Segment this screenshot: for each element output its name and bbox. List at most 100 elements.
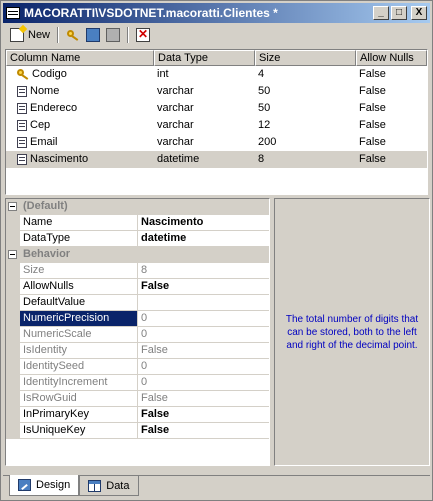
size-cell[interactable]: 200 (255, 134, 356, 151)
property-row-numericprecision[interactable]: NumericPrecision 0 (6, 311, 269, 327)
allow-nulls-cell[interactable]: False (356, 151, 427, 168)
property-label: AllowNulls (20, 279, 138, 294)
property-row-allownulls[interactable]: AllowNulls False (6, 279, 269, 295)
column-name-cell[interactable]: Email (14, 134, 154, 151)
row-selector[interactable] (6, 134, 14, 151)
column-name-cell[interactable]: Cep (14, 117, 154, 134)
property-label: IsRowGuid (20, 391, 138, 406)
property-row-isidentity[interactable]: IsIdentity False (6, 343, 269, 359)
property-row-numericscale[interactable]: NumericScale 0 (6, 327, 269, 343)
toolbar-separator (127, 27, 130, 43)
size-cell[interactable]: 8 (255, 151, 356, 168)
column-name-cell[interactable]: Codigo (14, 66, 154, 83)
size-cell[interactable]: 12 (255, 117, 356, 134)
column-name-cell[interactable]: Endereco (14, 100, 154, 117)
property-row-size[interactable]: Size 8 (6, 263, 269, 279)
header-data-type[interactable]: Data Type (154, 50, 255, 66)
row-selector[interactable] (6, 100, 14, 117)
category-behavior[interactable]: Behavior (6, 247, 269, 263)
data-type-cell[interactable]: varchar (154, 100, 255, 117)
header-size[interactable]: Size (255, 50, 356, 66)
data-type-cell[interactable]: varchar (154, 83, 255, 100)
data-type-cell[interactable]: datetime (154, 151, 255, 168)
primary-key-button[interactable] (63, 26, 83, 44)
new-column-button[interactable]: New (7, 26, 53, 44)
indexes-button[interactable] (103, 26, 123, 44)
property-row-isrowguid[interactable]: IsRowGuid False (6, 391, 269, 407)
size-cell[interactable]: 50 (255, 83, 356, 100)
property-grid[interactable]: (Default) Name Nascimento DataType datet… (5, 198, 270, 466)
minimize-button[interactable]: _ (373, 6, 389, 20)
allow-nulls-cell[interactable]: False (356, 134, 427, 151)
table-designer-window: MACORATTI\VSDOTNET.macoratti.Clientes * … (0, 0, 433, 501)
row-selector[interactable] (6, 83, 14, 100)
property-label: InPrimaryKey (20, 407, 138, 422)
property-value[interactable]: False (138, 407, 269, 422)
table-row[interactable]: Email varchar 200 False (6, 134, 427, 151)
row-selector[interactable] (6, 117, 14, 134)
column-name-text: Nome (30, 85, 60, 97)
property-value[interactable]: datetime (138, 231, 269, 246)
property-row-defaultvalue[interactable]: DefaultValue (6, 295, 269, 311)
allow-nulls-cell[interactable]: False (356, 66, 427, 83)
data-type-cell[interactable]: varchar (154, 134, 255, 151)
table-row[interactable]: Cep varchar 12 False (6, 117, 427, 134)
property-row-inprimarykey[interactable]: InPrimaryKey False (6, 407, 269, 423)
column-name-text: Nascimento (30, 153, 89, 165)
column-name-cell[interactable]: Nascimento (14, 151, 154, 168)
size-cell[interactable]: 4 (255, 66, 356, 83)
maximize-button[interactable]: □ (391, 6, 407, 20)
table-row[interactable]: Codigo int 4 False (6, 66, 427, 83)
data-type-cell[interactable]: varchar (154, 117, 255, 134)
collapse-icon[interactable] (8, 250, 17, 259)
column-icon (17, 154, 27, 165)
primary-key-icon (17, 69, 29, 80)
property-row-isuniquekey[interactable]: IsUniqueKey False (6, 423, 269, 439)
property-value[interactable]: False (138, 279, 269, 294)
tab-data-label: Data (106, 479, 130, 492)
column-icon (17, 103, 27, 114)
delete-column-button[interactable] (133, 26, 153, 44)
column-icon (17, 137, 27, 148)
property-label: DataType (20, 231, 138, 246)
relationships-button[interactable] (83, 26, 103, 44)
allow-nulls-cell[interactable]: False (356, 100, 427, 117)
title-bar[interactable]: MACORATTI\VSDOTNET.macoratti.Clientes * … (3, 3, 430, 23)
column-name-text: Email (30, 136, 58, 148)
description-pane: The total number of digits that can be s… (274, 198, 430, 466)
table-row[interactable]: Endereco varchar 50 False (6, 100, 427, 117)
row-selector[interactable] (6, 151, 14, 168)
close-button[interactable]: X (411, 6, 427, 20)
property-label: NumericScale (20, 327, 138, 342)
property-value: False (141, 392, 168, 404)
tab-data[interactable]: Data (79, 476, 139, 496)
allow-nulls-cell[interactable]: False (356, 83, 427, 100)
header-allow-nulls[interactable]: Allow Nulls (356, 50, 427, 66)
property-value[interactable]: False (138, 423, 269, 438)
property-row-name[interactable]: Name Nascimento (6, 215, 269, 231)
property-row-datatype[interactable]: DataType datetime (6, 231, 269, 247)
collapse-icon[interactable] (8, 202, 17, 211)
header-column-name[interactable]: Column Name (6, 50, 154, 66)
description-text: The total number of digits that can be s… (285, 313, 419, 351)
toolbar-separator (57, 27, 60, 43)
category-default[interactable]: (Default) (6, 199, 269, 215)
property-value[interactable] (138, 295, 269, 310)
property-value[interactable]: Nascimento (138, 215, 269, 230)
property-row-identityincrement[interactable]: IdentityIncrement 0 (6, 375, 269, 391)
property-row-identityseed[interactable]: IdentitySeed 0 (6, 359, 269, 375)
column-grid[interactable]: Column Name Data Type Size Allow Nulls C… (5, 49, 428, 195)
size-cell[interactable]: 50 (255, 100, 356, 117)
tab-design[interactable]: Design (9, 475, 80, 496)
column-icon (17, 86, 27, 97)
property-value: 0 (141, 312, 148, 324)
design-icon (18, 479, 31, 491)
allow-nulls-cell[interactable]: False (356, 117, 427, 134)
primary-key-icon (66, 28, 80, 42)
grid-header: Column Name Data Type Size Allow Nulls (6, 50, 427, 66)
row-selector[interactable] (6, 66, 14, 83)
table-row[interactable]: Nome varchar 50 False (6, 83, 427, 100)
column-name-cell[interactable]: Nome (14, 83, 154, 100)
data-type-cell[interactable]: int (154, 66, 255, 83)
table-row-selected[interactable]: Nascimento datetime 8 False (6, 151, 427, 168)
